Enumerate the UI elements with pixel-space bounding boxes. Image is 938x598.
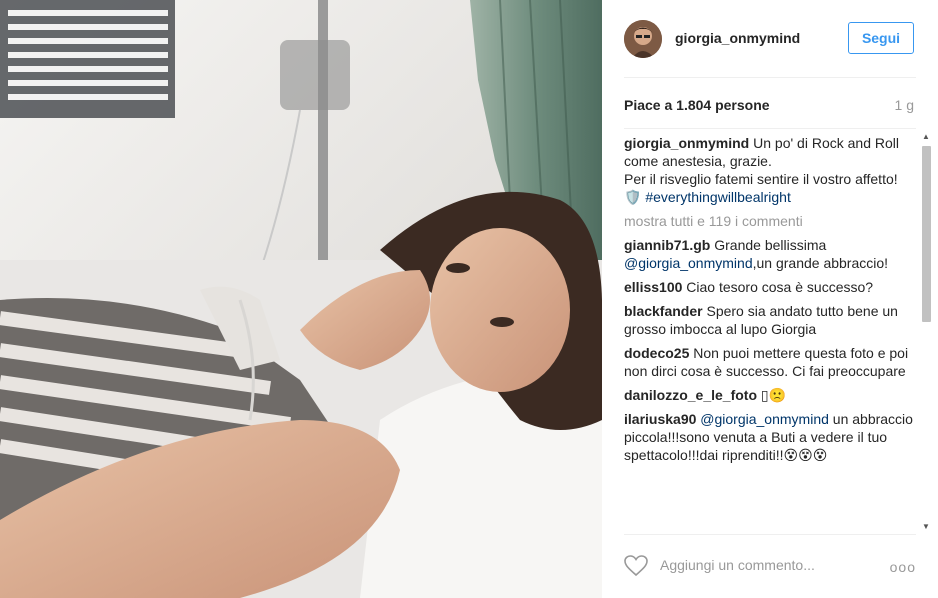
- post-sidebar: giorgia_onmymind Segui Piace a 1.804 per…: [602, 0, 938, 598]
- comment-text-after: ,un grande abbraccio!: [752, 255, 889, 271]
- comment-author[interactable]: blackfander: [624, 303, 703, 319]
- more-options-icon[interactable]: ooo: [890, 559, 916, 575]
- caption-author[interactable]: giorgia_onmymind: [624, 135, 749, 151]
- comment-mention[interactable]: @giorgia_onmymind: [624, 255, 753, 271]
- caption-hashtag[interactable]: #everythingwillbealright: [645, 189, 791, 205]
- comment-author[interactable]: danilozzo_e_le_foto: [624, 387, 757, 403]
- likes-row: Piace a 1.804 persone 1 g: [624, 97, 914, 117]
- heart-icon[interactable]: [624, 555, 648, 579]
- post-photo[interactable]: [0, 0, 602, 598]
- comment-text: ▯🙁: [760, 387, 787, 403]
- avatar[interactable]: [624, 20, 662, 58]
- add-comment-input[interactable]: Aggiungi un commento...: [660, 557, 815, 573]
- follow-button[interactable]: Segui: [848, 22, 914, 54]
- comment-author[interactable]: elliss100: [624, 279, 682, 295]
- comment-text: Ciao tesoro cosa è successo?: [686, 279, 874, 295]
- comment-footer: Aggiungi un commento... ooo: [624, 534, 916, 598]
- comment-mention[interactable]: @giorgia_onmymind: [700, 411, 829, 427]
- likes-count[interactable]: Piace a 1.804 persone: [624, 97, 770, 113]
- comment-text: Grande bellissima: [714, 237, 827, 253]
- scroll-down-arrow-icon[interactable]: ▼: [921, 522, 931, 532]
- comment-author[interactable]: giannib71.gb: [624, 237, 710, 253]
- post-header: giorgia_onmymind Segui: [624, 18, 916, 78]
- comment-author[interactable]: dodeco25: [624, 345, 689, 361]
- comments-list: giorgia_onmymind Un po' di Rock and Roll…: [624, 134, 914, 532]
- comment-item: dodeco25 Non puoi mettere questa foto e …: [624, 344, 914, 380]
- scroll-thumb[interactable]: [922, 146, 931, 322]
- comment-item: elliss100 Ciao tesoro cosa è successo?: [624, 278, 914, 296]
- post-time[interactable]: 1 g: [895, 97, 914, 113]
- scroll-up-arrow-icon[interactable]: ▲: [921, 132, 931, 142]
- comments-scrollbar[interactable]: ▲ ▼: [918, 132, 934, 532]
- comment-item: danilozzo_e_le_foto ▯🙁: [624, 386, 914, 404]
- caption: giorgia_onmymind Un po' di Rock and Roll…: [624, 134, 914, 206]
- show-all-comments-link[interactable]: mostra tutti e 119 i commenti: [624, 212, 914, 230]
- comment-author[interactable]: ilariuska90: [624, 411, 696, 427]
- username[interactable]: giorgia_onmymind: [675, 30, 800, 46]
- comment-item: blackfander Spero sia andato tutto bene …: [624, 302, 914, 338]
- hospital-selfie-image: [0, 0, 602, 598]
- comment-item: giannib71.gb Grande bellissima @giorgia_…: [624, 236, 914, 272]
- comment-item: ilariuska90 @giorgia_onmymind un abbracc…: [624, 410, 914, 464]
- divider: [624, 128, 916, 129]
